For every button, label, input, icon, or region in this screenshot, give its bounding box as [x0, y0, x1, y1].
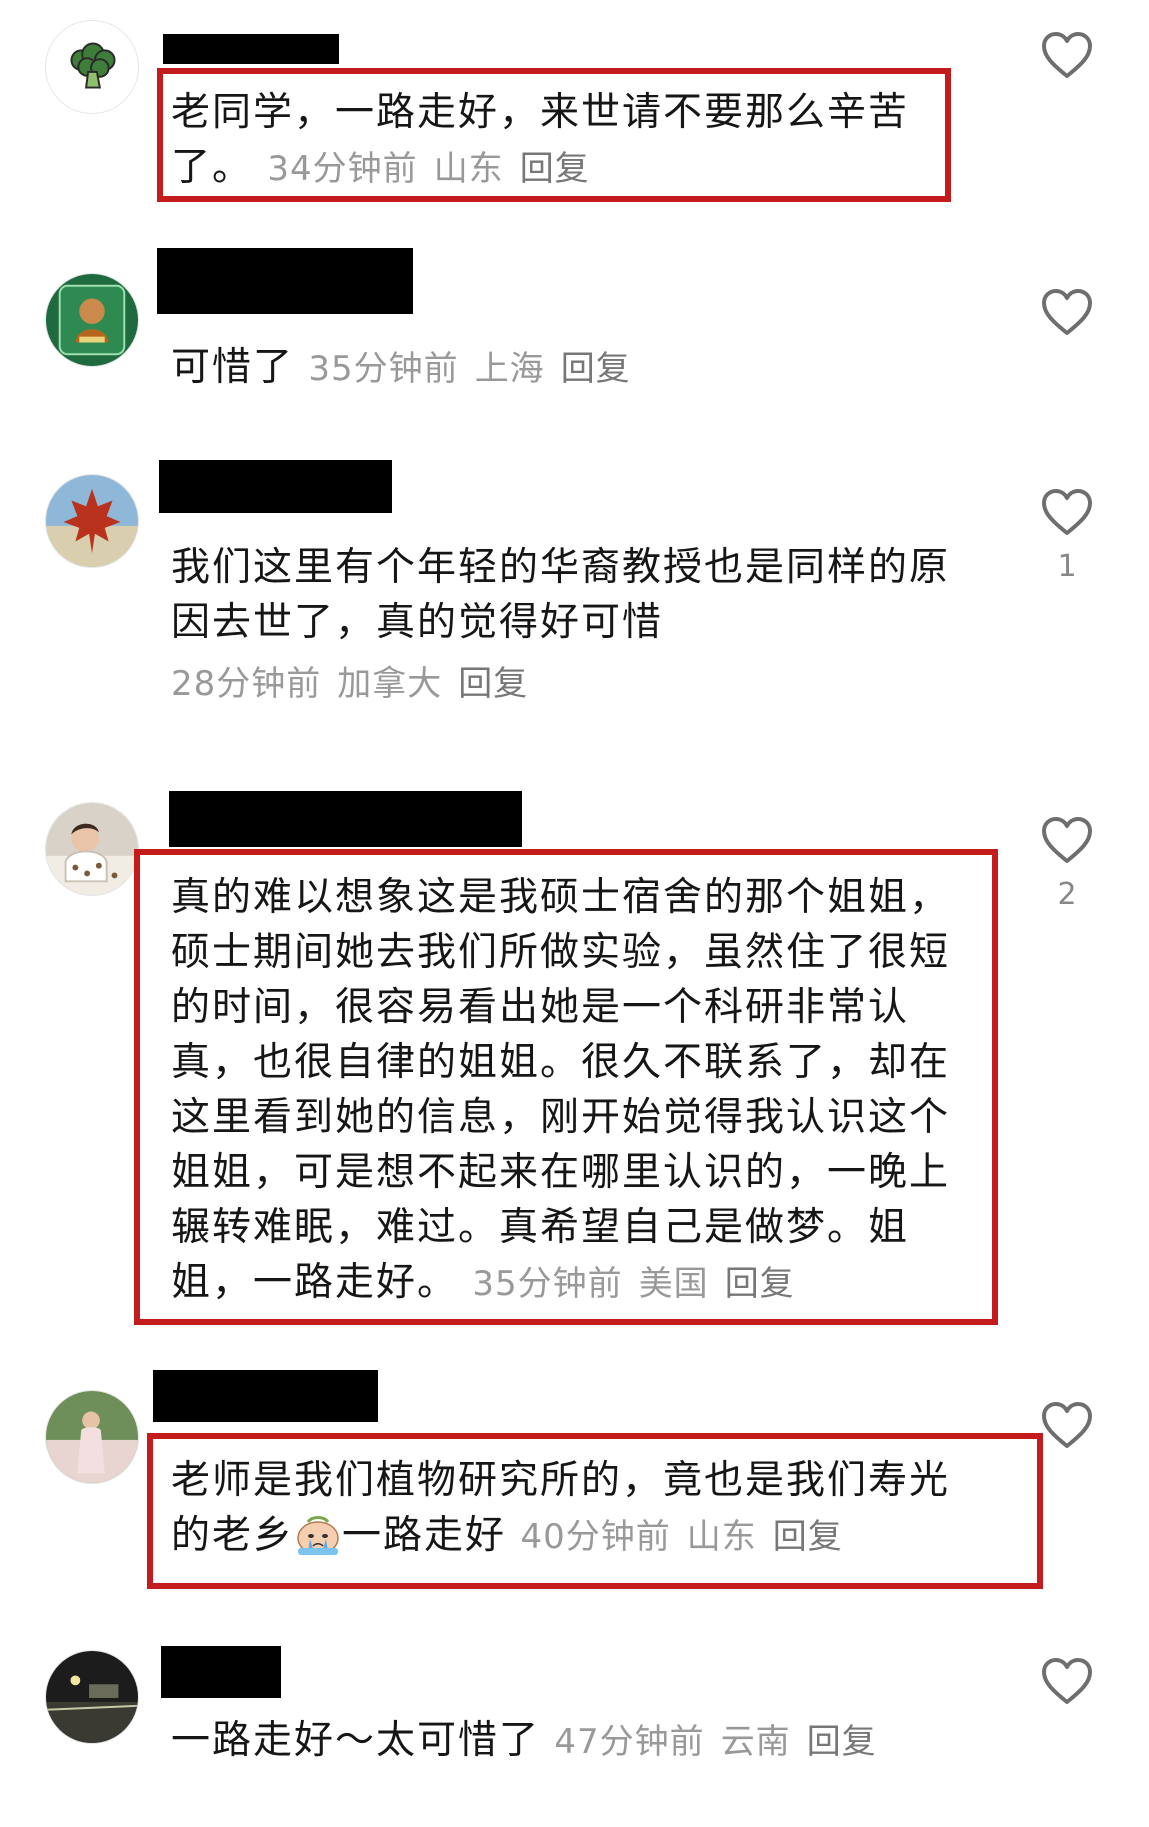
location: 山东 — [686, 1517, 757, 1557]
like-button[interactable] — [1037, 30, 1097, 92]
heart-icon — [1042, 817, 1092, 863]
reply-button[interactable]: 回复 — [725, 1264, 795, 1304]
comment-text: 我们这里有个年轻的华裔教授也是同样的原 因去世了，真的觉得好可惜 — [171, 545, 951, 645]
reply-button[interactable]: 回复 — [458, 664, 528, 704]
avatar[interactable] — [45, 20, 139, 114]
location: 美国 — [638, 1264, 709, 1304]
reply-button[interactable]: 回复 — [807, 1722, 877, 1762]
timestamp: 40分钟前 — [520, 1517, 671, 1557]
like-button[interactable] — [1037, 1656, 1097, 1718]
crying-emoji-icon — [297, 1516, 339, 1555]
redacted-username — [157, 248, 413, 314]
heart-icon — [1042, 32, 1092, 78]
like-button[interactable] — [1037, 287, 1097, 349]
location: 上海 — [474, 349, 545, 389]
like-button[interactable]: 1 — [1037, 487, 1097, 584]
reply-button[interactable]: 回复 — [561, 349, 631, 389]
comment-text: 老同学，一路走好，来世请不要那么辛苦 了。 34分钟前 山东 回复 — [171, 90, 910, 190]
timestamp: 35分钟前 — [308, 349, 459, 389]
comment-meta: 28分钟前 加拿大 回复 — [171, 660, 971, 708]
maple-leaf-avatar — [46, 475, 138, 567]
location: 加拿大 — [337, 664, 443, 704]
comment-meta: 34分钟前 山东 回复 — [267, 149, 589, 189]
comment-text: 一路走好～太可惜了 47分钟前 云南 回复 — [171, 1718, 877, 1763]
heart-icon — [1042, 289, 1092, 335]
character-avatar — [46, 274, 138, 366]
timestamp: 35分钟前 — [472, 1264, 623, 1304]
avatar[interactable] — [45, 802, 139, 896]
redacted-username — [161, 1646, 281, 1698]
avatar[interactable] — [45, 1650, 139, 1744]
redacted-username — [169, 791, 522, 847]
comment-meta: 40分钟前 山东 回复 — [520, 1517, 842, 1557]
redacted-username — [163, 34, 339, 64]
timestamp: 47分钟前 — [554, 1722, 705, 1762]
avatar[interactable] — [45, 1390, 139, 1484]
location: 云南 — [720, 1722, 791, 1762]
reply-button[interactable]: 回复 — [773, 1517, 843, 1557]
like-button[interactable]: 2 — [1037, 815, 1097, 912]
heart-icon — [1042, 1658, 1092, 1704]
avatar[interactable] — [45, 474, 139, 568]
like-count: 2 — [1057, 877, 1077, 912]
heart-icon — [1042, 1402, 1092, 1448]
timestamp: 28分钟前 — [171, 664, 322, 704]
avatar[interactable] — [45, 273, 139, 367]
comment-text: 老师是我们植物研究所的，竟也是我们寿光 的老乡 一路走好 40分钟前 山东 回复 — [171, 1458, 951, 1558]
location: 山东 — [433, 149, 504, 189]
person-photo-avatar — [46, 1391, 138, 1483]
comment-meta: 35分钟前 上海 回复 — [308, 349, 630, 389]
comment-meta: 47分钟前 云南 回复 — [554, 1722, 876, 1762]
night-scene-avatar — [46, 1651, 138, 1743]
redacted-username — [159, 460, 392, 513]
broccoli-icon — [46, 21, 138, 113]
comment-text: 真的难以想象这是我硕士宿舍的那个姐姐， 硕士期间她去我们所做实验，虽然住了很短 … — [171, 875, 951, 1305]
baby-photo-avatar — [46, 803, 138, 895]
heart-icon — [1042, 489, 1092, 535]
comment-meta: 35分钟前 美国 回复 — [472, 1264, 794, 1304]
like-button[interactable] — [1037, 1400, 1097, 1462]
timestamp: 34分钟前 — [267, 149, 418, 189]
redacted-username — [153, 1370, 378, 1422]
like-count: 1 — [1057, 549, 1077, 584]
reply-button[interactable]: 回复 — [520, 149, 590, 189]
comment-text: 可惜了 35分钟前 上海 回复 — [171, 345, 631, 390]
